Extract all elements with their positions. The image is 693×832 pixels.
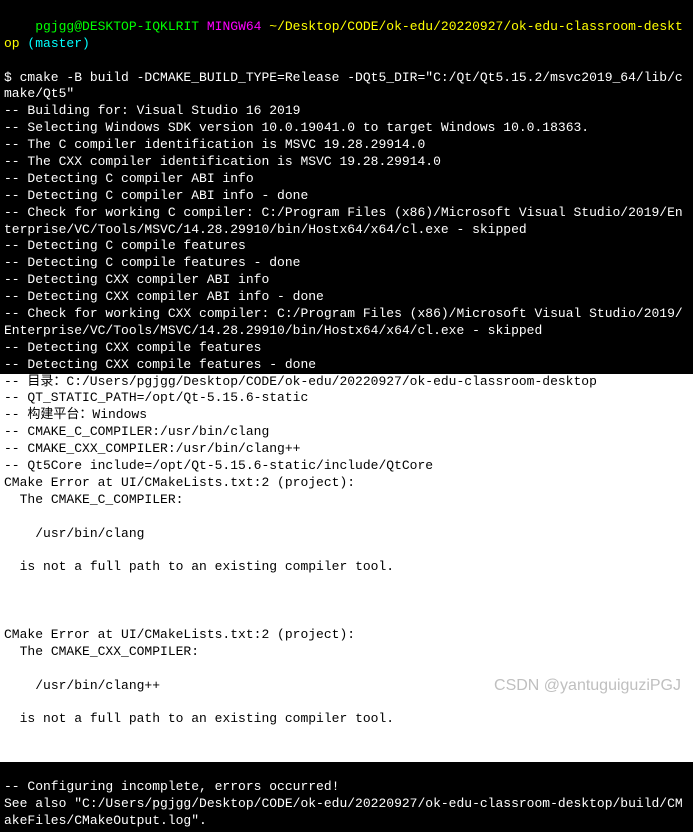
error-body: The CMAKE_C_COMPILER: [4, 492, 689, 509]
prompt-user: pgjgg@DESKTOP-IQKLRIT [35, 19, 199, 34]
highlighted-line: -- 目录：C:/Users/pgjgg/Desktop/CODE/ok-edu… [4, 374, 689, 391]
output-line: -- Detecting C compile features - done [4, 255, 689, 272]
error-body: is not a full path to an existing compil… [4, 711, 689, 728]
prompt-shell: MINGW64 [207, 19, 262, 34]
output-line: -- Detecting CXX compile features - done [4, 357, 689, 374]
highlighted-block: -- 目录：C:/Users/pgjgg/Desktop/CODE/ok-edu… [0, 374, 693, 762]
error-body: The CMAKE_CXX_COMPILER: [4, 644, 689, 661]
output-line: -- Detecting CXX compiler ABI info - don… [4, 289, 689, 306]
prompt-branch: (master) [27, 36, 89, 51]
highlighted-line: -- CMAKE_CXX_COMPILER:/usr/bin/clang++ [4, 441, 689, 458]
highlighted-line: -- CMAKE_C_COMPILER:/usr/bin/clang [4, 424, 689, 441]
output-line: -- Selecting Windows SDK version 10.0.19… [4, 120, 689, 137]
output-line: -- Detecting C compiler ABI info [4, 171, 689, 188]
output-line: -- Detecting C compiler ABI info - done [4, 188, 689, 205]
output-line: -- The C compiler identification is MSVC… [4, 137, 689, 154]
error-header: CMake Error at UI/CMakeLists.txt:2 (proj… [4, 627, 689, 644]
output-line: -- The CXX compiler identification is MS… [4, 154, 689, 171]
output-line: -- Check for working CXX compiler: C:/Pr… [4, 306, 689, 340]
footer-line: See also "C:/Users/pgjgg/Desktop/CODE/ok… [4, 796, 689, 830]
output-line: -- Detecting C compile features [4, 238, 689, 255]
error-body: is not a full path to an existing compil… [4, 559, 689, 576]
output-line: -- Detecting CXX compile features [4, 340, 689, 357]
output-line: -- Check for working C compiler: C:/Prog… [4, 205, 689, 239]
error-body: /usr/bin/clang [4, 526, 689, 543]
prompt-line: pgjgg@DESKTOP-IQKLRIT MINGW64 ~/Desktop/… [4, 2, 689, 70]
highlighted-line: -- Qt5Core include=/opt/Qt-5.15.6-static… [4, 458, 689, 475]
footer-line: -- Configuring incomplete, errors occurr… [4, 779, 689, 796]
output-line: -- Building for: Visual Studio 16 2019 [4, 103, 689, 120]
highlighted-line: -- 构建平台：Windows [4, 407, 689, 424]
watermark: CSDN @yantuguiguziPGJ [494, 676, 681, 697]
terminal-window[interactable]: pgjgg@DESKTOP-IQKLRIT MINGW64 ~/Desktop/… [0, 0, 693, 832]
error-header: CMake Error at UI/CMakeLists.txt:2 (proj… [4, 475, 689, 492]
command-line: $ cmake -B build -DCMAKE_BUILD_TYPE=Rele… [4, 70, 689, 104]
highlighted-line: -- QT_STATIC_PATH=/opt/Qt-5.15.6-static [4, 390, 689, 407]
output-line: -- Detecting CXX compiler ABI info [4, 272, 689, 289]
